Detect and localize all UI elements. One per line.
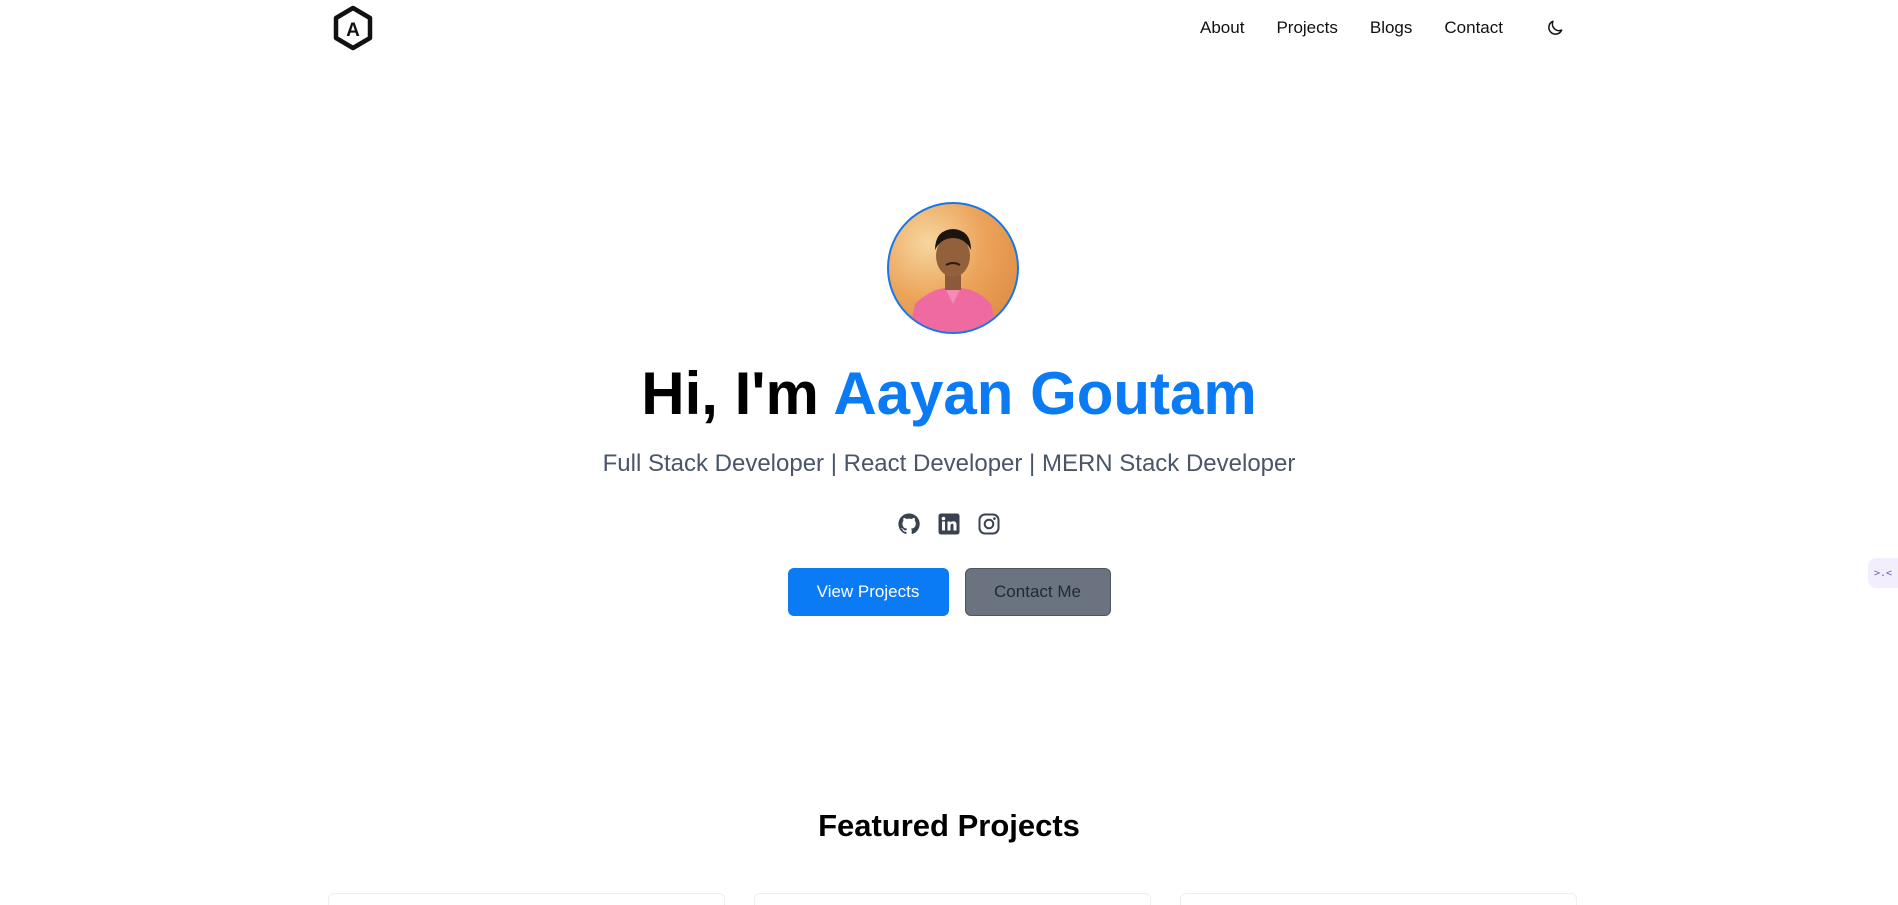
avatar (887, 202, 1019, 334)
logo[interactable]: A (330, 4, 376, 52)
instagram-link[interactable] (976, 511, 1002, 537)
social-links (0, 511, 1898, 537)
view-projects-button[interactable]: View Projects (787, 568, 949, 616)
hero-headline: Hi, I'm Aayan Goutam (0, 358, 1898, 430)
hero-greeting: Hi, I'm (641, 360, 819, 427)
floating-widget-button[interactable]: >.< (1868, 558, 1898, 588)
profile-photo (909, 229, 999, 332)
theme-toggle-button[interactable] (1543, 16, 1567, 40)
project-card[interactable] (1180, 893, 1577, 905)
instagram-icon (978, 513, 1000, 535)
nav-link-contact[interactable]: Contact (1444, 17, 1503, 39)
hero-subtitle: Full Stack Developer | React Developer |… (602, 450, 1296, 477)
hexagon-logo-icon: A (333, 5, 373, 51)
nav-link-projects[interactable]: Projects (1276, 17, 1337, 39)
project-card[interactable] (754, 893, 1151, 905)
hero-name: Aayan Goutam (833, 360, 1257, 427)
contact-me-button[interactable]: Contact Me (964, 568, 1111, 616)
project-card[interactable] (328, 893, 725, 905)
featured-projects-title: Featured Projects (818, 808, 1080, 843)
nav-link-blogs[interactable]: Blogs (1370, 17, 1413, 39)
svg-text:A: A (346, 20, 360, 41)
github-icon (898, 513, 920, 535)
linkedin-link[interactable] (936, 511, 962, 537)
moon-icon (1548, 20, 1563, 35)
github-link[interactable] (896, 511, 922, 537)
widget-face-icon: >.< (1873, 567, 1893, 579)
main-nav: About Projects Blogs Contact (1200, 16, 1567, 40)
linkedin-icon (938, 513, 960, 535)
nav-link-about[interactable]: About (1200, 17, 1244, 39)
portfolio-page: A About Projects Blogs Contact Hi, I'm A… (0, 0, 1898, 905)
hero-actions: View Projects Contact Me (0, 568, 1898, 616)
